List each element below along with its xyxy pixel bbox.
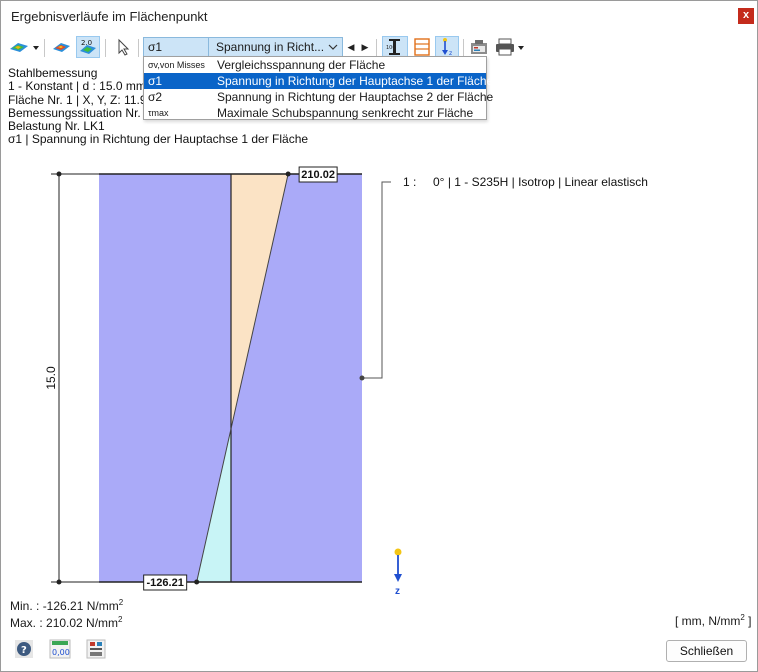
decimal-places-button[interactable]: 0,00 — [49, 638, 71, 660]
min-label: Min. : — [10, 599, 40, 613]
legend-leader-dot — [359, 375, 365, 381]
z-axis-label: z — [395, 586, 400, 597]
dropdown-item-symbol: τmax — [148, 108, 169, 118]
dimension-dot-top — [56, 171, 62, 177]
max-value-dot — [285, 171, 291, 177]
help-button[interactable]: ? — [13, 638, 35, 660]
z-axis-arrowhead — [394, 574, 402, 582]
thickness-label: 15.0 — [44, 366, 58, 390]
min-value: -126.21 N/mm — [42, 599, 119, 613]
close-button[interactable]: Schließen — [666, 640, 747, 662]
min-value-label: -126.21 — [147, 577, 184, 589]
dropdown-item-label: Vergleichsspannung der Fläche — [217, 58, 386, 72]
dropdown-item-tau-max[interactable]: τmax Maximale Schubspannung senkrecht zu… — [144, 105, 486, 121]
dropdown-item-symbol: σ1 — [148, 74, 163, 88]
svg-text:?: ? — [21, 645, 27, 656]
min-row: Min. : -126.21 N/mm2 — [10, 596, 123, 613]
result-type-dropdown-list: σv,von Misses Vergleichsspannung der Flä… — [143, 56, 493, 121]
dropdown-item-symbol: σ2 — [148, 90, 163, 104]
min-unit-exponent: 2 — [118, 598, 124, 607]
dimension-dot-bottom — [56, 579, 62, 585]
max-row: Max. : 210.02 N/mm2 — [10, 613, 123, 630]
dropdown-item-symbol: σv,von Misses — [148, 60, 205, 70]
dropdown-item-sigma2[interactable]: σ2 Spannung in Richtung der Hauptachse 2… — [144, 89, 493, 105]
settings-button[interactable] — [85, 638, 107, 660]
result-diagram-window: Ergebnisverläufe im Flächenpunkt x 2.0 σ… — [0, 0, 758, 672]
dropdown-item-label: Spannung in Richtung der Hauptachse 2 de… — [217, 90, 494, 104]
min-max-summary: Min. : -126.21 N/mm2 Max. : 210.02 N/mm2 — [10, 596, 123, 630]
legend-leader-line — [362, 181, 391, 379]
help-icon: ? — [15, 640, 33, 658]
max-unit-exponent: 2 — [118, 615, 123, 624]
decimal-places-icon: 0,00 — [49, 639, 71, 659]
dropdown-item-label: Maximale Schubspannung senkrecht zur Flä… — [217, 106, 474, 120]
min-value-dot — [194, 579, 200, 585]
z-axis-origin-dot — [394, 548, 402, 556]
units-close: ] — [744, 614, 752, 628]
max-value-label: 210.02 — [301, 169, 335, 181]
settings-icon — [86, 639, 106, 659]
svg-text:0,00: 0,00 — [52, 648, 70, 657]
units-label: [ mm, N/mm2 ] — [675, 613, 751, 628]
legend-entry: 1 : 0° | 1 - S235H | Isotrop | Linear el… — [403, 175, 648, 189]
dropdown-item-von-mises[interactable]: σv,von Misses Vergleichsspannung der Flä… — [144, 57, 486, 73]
max-value: 210.02 N/mm — [46, 616, 119, 630]
units-text: [ mm, N/mm — [675, 614, 741, 628]
max-label: Max. : — [10, 616, 43, 630]
dropdown-item-sigma1[interactable]: σ1 Spannung in Richtung der Hauptachse 1… — [144, 73, 493, 89]
dropdown-item-label: Spannung in Richtung der Hauptachse 1 de… — [217, 74, 494, 88]
